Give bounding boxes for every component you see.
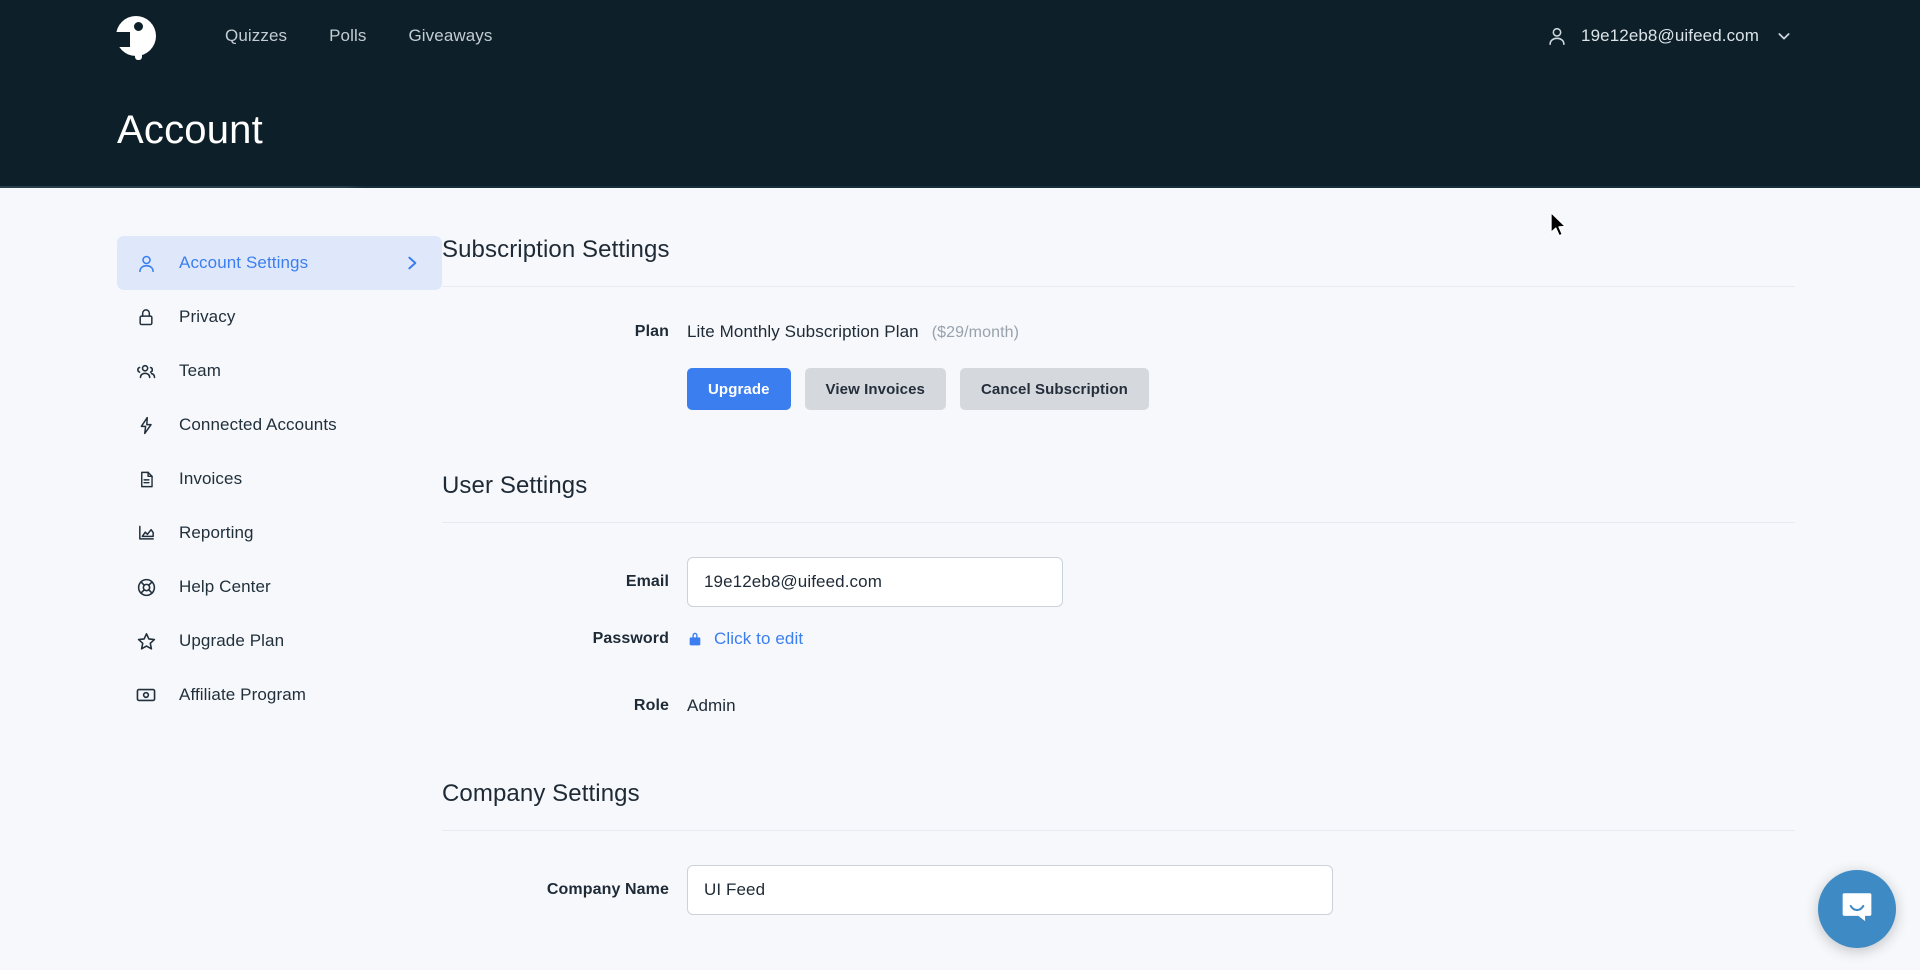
nav-link-quizzes[interactable]: Quizzes [204,18,308,54]
sidebar-item-help-center[interactable]: Help Center [117,560,442,614]
nav-link-giveaways[interactable]: Giveaways [387,18,513,54]
chevron-right-icon [404,255,420,271]
lock-icon [687,630,703,648]
sidebar-item-label: Team [179,361,221,380]
password-edit-link[interactable]: Click to edit [687,629,803,649]
document-icon [135,468,157,490]
company-name-row: Company Name [442,865,1795,915]
sidebar-item-upgrade-plan[interactable]: Upgrade Plan [117,614,442,668]
user-settings-title: User Settings [442,472,1795,523]
password-label: Password [592,630,669,647]
page-body: Account Settings Privacy Team Connected … [0,188,1920,915]
role-row: Role Admin [442,696,1795,716]
sidebar-item-reporting[interactable]: Reporting [117,506,442,560]
star-icon [135,630,157,652]
main-navigation: Quizzes Polls Giveaways 19e12eb8@uifeed.… [0,0,1920,72]
account-email-label: 19e12eb8@uifeed.com [1581,26,1759,45]
cancel-subscription-button[interactable]: Cancel Subscription [959,368,1149,410]
plan-label: Plan [634,323,669,340]
intercom-launcher-button[interactable] [1818,870,1896,948]
email-row: Email [442,557,1795,607]
lifebuoy-icon [135,576,157,598]
page-title: Account [117,108,263,152]
sidebar-item-privacy[interactable]: Privacy [117,290,442,344]
subscription-actions-row: Upgrade View Invoices Cancel Subscriptio… [442,368,1795,410]
lock-icon [135,306,157,328]
subscription-settings-section: Subscription Settings Plan Lite Monthly … [442,236,1795,410]
sidebar-item-label: Help Center [179,577,271,596]
sidebar-item-label: Privacy [179,307,236,326]
password-row: Password Click to edit [442,629,1795,649]
password-edit-label: Click to edit [714,629,804,648]
sidebar-item-connected-accounts[interactable]: Connected Accounts [117,398,442,452]
email-field[interactable] [687,557,1063,607]
lightning-icon [135,414,157,436]
view-invoices-button[interactable]: View Invoices [804,368,946,410]
sidebar-item-label: Connected Accounts [179,415,337,434]
account-main-content: Subscription Settings Plan Lite Monthly … [442,236,1920,915]
sidebar-item-invoices[interactable]: Invoices [117,452,442,506]
user-settings-section: User Settings Email Password Click to ed… [442,472,1795,716]
company-settings-title: Company Settings [442,780,1795,831]
top-header: Quizzes Polls Giveaways 19e12eb8@uifeed.… [0,0,1920,188]
company-name-label: Company Name [546,881,669,898]
subscription-button-group: Upgrade View Invoices Cancel Subscriptio… [687,368,1149,410]
sidebar-item-label: Account Settings [179,253,309,272]
logo-notch-shape [115,32,130,47]
user-icon [1546,25,1568,47]
company-name-field[interactable] [687,865,1333,915]
chevron-down-icon [1776,28,1792,44]
sidebar-item-label: Upgrade Plan [179,631,285,650]
sidebar-item-team[interactable]: Team [117,344,442,398]
subscription-settings-title: Subscription Settings [442,236,1795,287]
role-label: Role [633,697,669,714]
chart-icon [135,522,157,544]
plan-name-value: Lite Monthly Subscription Plan [687,322,919,341]
nav-link-polls[interactable]: Polls [308,18,387,54]
logo-dot-shape [134,22,143,31]
users-icon [135,360,157,382]
plan-row: Plan Lite Monthly Subscription Plan ($29… [442,322,1795,342]
upgrade-button[interactable]: Upgrade [687,368,791,410]
account-sidebar: Account Settings Privacy Team Connected … [0,236,442,915]
chat-bubble-icon [1838,888,1876,931]
role-value: Admin [687,696,736,715]
nav-link-list: Quizzes Polls Giveaways [204,18,514,54]
company-settings-section: Company Settings Company Name [442,780,1795,915]
user-icon [135,252,157,274]
money-icon [135,684,157,706]
sidebar-item-affiliate-program[interactable]: Affiliate Program [117,668,442,722]
plan-price-value: ($29/month) [931,324,1020,341]
email-label: Email [625,573,669,590]
uifeed-logo-icon[interactable] [114,14,158,60]
sidebar-item-label: Affiliate Program [179,685,307,704]
sidebar-item-label: Invoices [179,469,243,488]
logo-stem-shape [135,34,142,60]
sidebar-item-account-settings[interactable]: Account Settings [117,236,442,290]
sidebar-item-label: Reporting [179,523,254,542]
account-menu-button[interactable]: 19e12eb8@uifeed.com [1546,25,1920,47]
